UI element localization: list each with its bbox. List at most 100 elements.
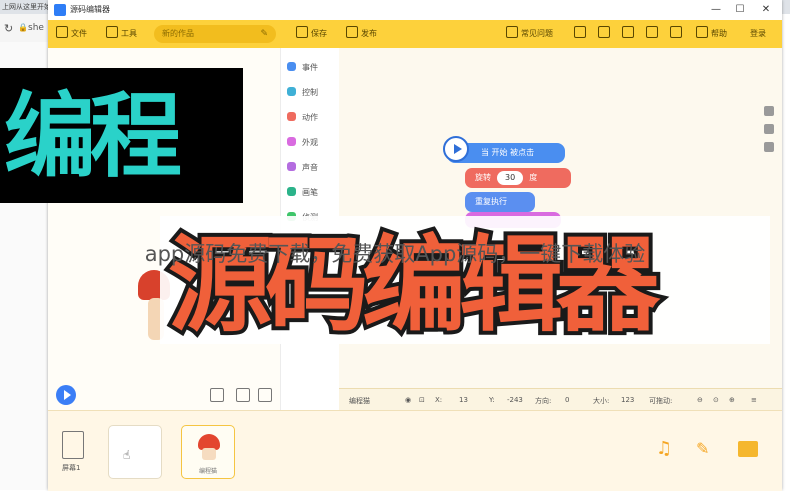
extension-button[interactable]	[622, 26, 637, 42]
screen-icon[interactable]	[62, 431, 84, 459]
robot-icon	[646, 26, 658, 38]
save-icon	[296, 26, 308, 38]
category-label: 事件	[302, 63, 318, 72]
x-value[interactable]: 13	[459, 396, 468, 404]
y-label: Y:	[489, 396, 495, 404]
help-icon	[696, 26, 708, 38]
file-menu[interactable]: 文件	[56, 26, 87, 42]
close-button[interactable]: ✕	[754, 2, 778, 18]
rotate-block[interactable]: 旋转 30 度	[465, 168, 571, 188]
maximize-button[interactable]: ☐	[728, 2, 752, 18]
zoom-in-icon[interactable]: ⊕	[729, 396, 735, 404]
tools-menu-label: 工具	[121, 29, 137, 38]
login-button[interactable]: 登录	[750, 26, 766, 42]
faq-icon	[506, 26, 518, 38]
grid-icon[interactable]	[258, 388, 272, 402]
gear-icon	[670, 26, 682, 38]
category-looks[interactable]: 外观	[287, 135, 318, 151]
zoom-out-icon[interactable]: ⊖	[697, 396, 703, 404]
category-label: 画笔	[302, 188, 318, 197]
window-title: 源码编辑器	[70, 5, 110, 14]
chart-icon[interactable]	[764, 142, 774, 152]
phone-mode-button[interactable]	[574, 26, 589, 42]
start-button[interactable]	[56, 385, 76, 405]
reload-icon[interactable]: ↻	[4, 22, 13, 35]
play-icon	[443, 136, 469, 162]
sprite-card-name: 编程猫	[198, 468, 217, 475]
banner-title-top: 编程	[0, 80, 185, 194]
category-label: 控制	[302, 88, 318, 97]
sprite-thumbnail	[202, 448, 216, 460]
publish-label: 发布	[361, 29, 377, 38]
browser-tab[interactable]: 上网从这里开始	[0, 0, 50, 14]
sprite-properties-bar: 编程猫 ◉ ⊡ X: 13 Y: -243 方向: 0 大小: 123 可拖动:…	[339, 388, 782, 411]
fullscreen-icon[interactable]	[236, 388, 250, 402]
view-button[interactable]	[598, 26, 613, 42]
app-logo-icon	[54, 4, 66, 16]
device-button[interactable]	[646, 26, 661, 42]
control-icon	[287, 87, 296, 96]
publish-icon	[346, 26, 358, 38]
repeat-forever-block[interactable]: 重复执行	[465, 192, 535, 212]
category-label: 动作	[302, 113, 318, 122]
file-menu-label: 文件	[71, 29, 87, 38]
category-motion[interactable]: 动作	[287, 110, 318, 126]
zoom-reset-icon[interactable]: ⊙	[713, 396, 719, 404]
folder-icon[interactable]	[738, 441, 758, 457]
draggable-label: 可拖动:	[649, 397, 673, 405]
watermark-caption: app源码免费下载，免费获取App源码，一键下载体验	[144, 242, 646, 266]
pen-icon	[287, 187, 296, 196]
size-label: 大小:	[593, 397, 610, 405]
sound-icon	[287, 162, 296, 171]
title-bar: 源码编辑器 — ☐ ✕	[48, 0, 782, 21]
eye-icon	[598, 26, 610, 38]
direction-value[interactable]: 0	[565, 396, 569, 404]
phone-icon	[574, 26, 586, 38]
address-text[interactable]: she	[28, 23, 44, 33]
save-button[interactable]: 保存	[296, 26, 327, 42]
category-pen[interactable]: 画笔	[287, 185, 318, 201]
eye-icon[interactable]: ◉	[405, 396, 411, 404]
microphone-icon[interactable]	[764, 124, 774, 134]
minimize-button[interactable]: —	[704, 2, 728, 18]
main-toolbar: 文件 工具 新的作品 ✎ 保存 发布 常见问题 帮助 登录	[48, 20, 782, 48]
event-icon	[287, 62, 296, 71]
costume-icon[interactable]	[764, 106, 774, 116]
rotate-unit: 度	[529, 173, 538, 182]
motion-icon	[287, 112, 296, 121]
faq-label: 常见问题	[521, 29, 553, 38]
stage-mode-icon[interactable]	[210, 388, 224, 402]
browser-address-bar[interactable]: ↻ 🔒 she	[0, 14, 48, 42]
music-icon[interactable]: ♫	[656, 439, 674, 459]
project-name-field[interactable]: 新的作品 ✎	[154, 25, 276, 43]
help-label: 帮助	[711, 29, 727, 38]
lock-icon[interactable]: ⊡	[419, 396, 425, 404]
edit-icon[interactable]: ✎	[260, 25, 268, 43]
settings-button[interactable]	[670, 26, 685, 42]
sprite-name-field[interactable]: 编程猫	[349, 396, 370, 406]
add-sprite-card[interactable]: ☝	[108, 425, 162, 479]
direction-label: 方向:	[535, 397, 552, 405]
category-sound[interactable]: 声音	[287, 160, 318, 176]
menu-icon[interactable]: ≡	[751, 396, 757, 404]
category-event[interactable]: 事件	[287, 60, 318, 76]
help-button[interactable]: 帮助	[696, 26, 727, 42]
x-label: X:	[435, 396, 443, 404]
save-label: 保存	[311, 29, 327, 38]
publish-button[interactable]: 发布	[346, 26, 377, 42]
looks-icon	[287, 137, 296, 146]
workspace-side-tools	[764, 106, 778, 160]
lock-icon: 🔒	[18, 23, 28, 32]
category-label: 外观	[302, 138, 318, 147]
paint-icon[interactable]: ✎	[696, 439, 714, 459]
category-control[interactable]: 控制	[287, 85, 318, 101]
screen-label: 屏幕1	[62, 464, 81, 472]
sprite-card-selected[interactable]: 编程猫	[181, 425, 235, 479]
rotate-value-input[interactable]: 30	[497, 171, 524, 185]
y-value[interactable]: -243	[507, 396, 523, 404]
rotate-label: 旋转	[475, 173, 491, 182]
tools-menu[interactable]: 工具	[106, 26, 137, 42]
size-value[interactable]: 123	[621, 396, 634, 404]
faq-button[interactable]: 常见问题	[506, 26, 553, 42]
folder-icon	[56, 26, 68, 38]
